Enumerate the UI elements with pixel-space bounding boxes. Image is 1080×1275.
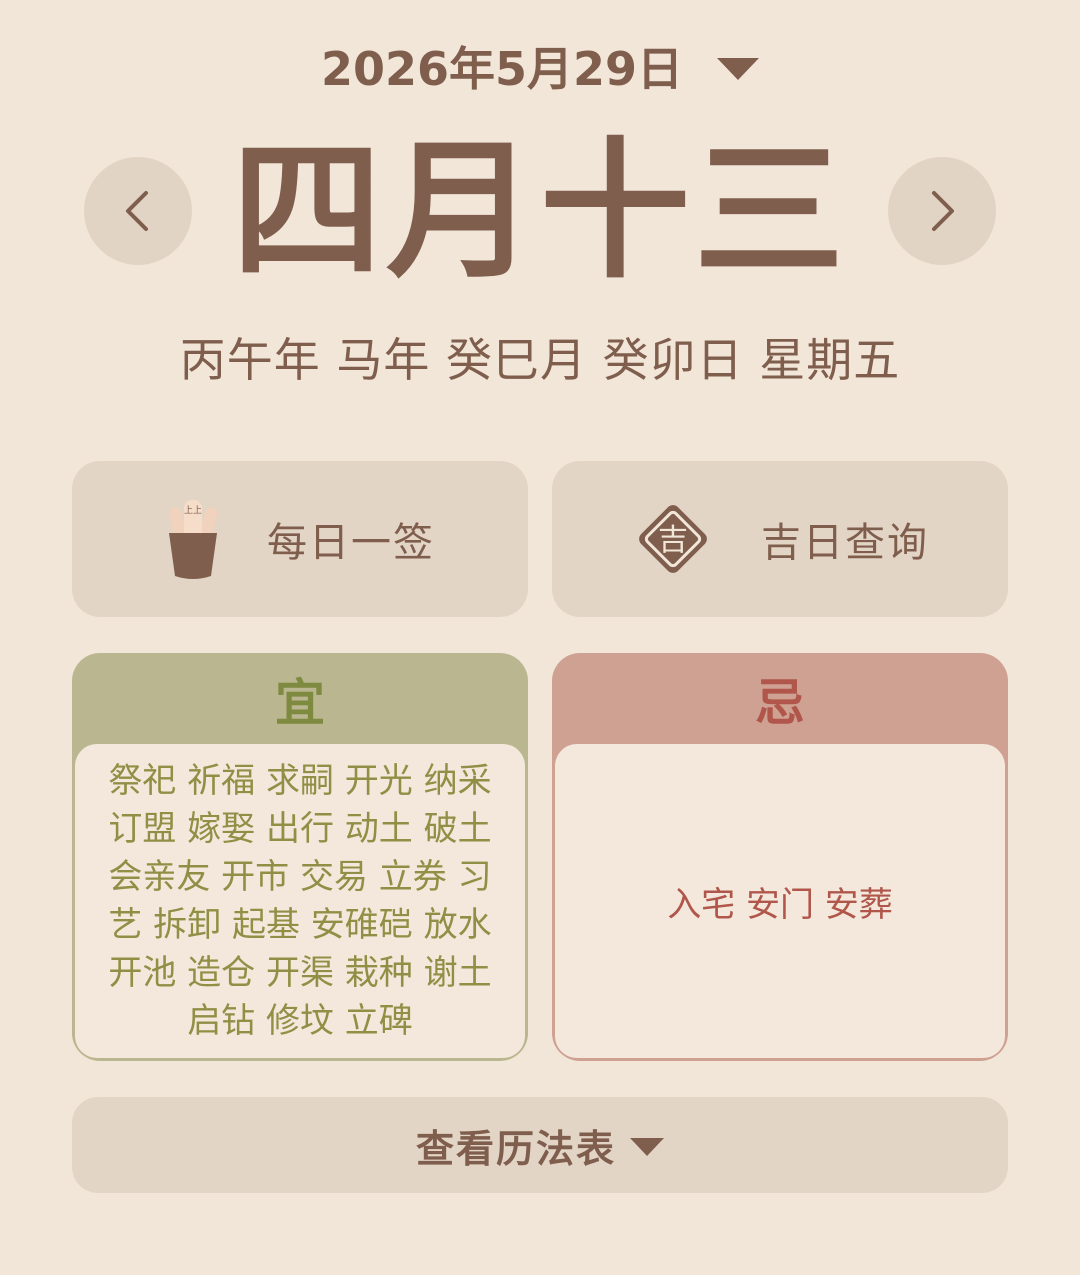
suitable-items: 祭祀 祈福 求嗣 开光 纳采 订盟 嫁娶 出行 动土 破土 会亲友 开市 交易 … bbox=[108, 761, 492, 1041]
avoid-body: 入宅 安门 安葬 bbox=[555, 744, 1005, 1058]
avoid-card: 忌 入宅 安门 安葬 bbox=[552, 653, 1008, 1061]
ganzhi-info: 丙午年 马年 癸巳月 癸卯日 星期五 bbox=[179, 333, 901, 387]
lucky-diamond-icon: 吉 bbox=[639, 505, 707, 573]
caret-down-icon[interactable] bbox=[717, 58, 760, 80]
view-calendar-button[interactable]: 查看历法表 bbox=[72, 1097, 1008, 1193]
lucky-day-label: 吉日查询 bbox=[761, 520, 929, 566]
current-date[interactable]: 2026年5月29日 bbox=[321, 33, 683, 99]
avoid-title: 忌 bbox=[755, 674, 805, 732]
previous-day-button[interactable] bbox=[84, 157, 192, 265]
daily-lot-label: 每日一签 bbox=[267, 520, 435, 566]
date-selector[interactable]: 2026年5月29日 bbox=[0, 30, 1080, 102]
suitable-body: 祭祀 祈福 求嗣 开光 纳采 订盟 嫁娶 出行 动土 破土 会亲友 开市 交易 … bbox=[75, 744, 525, 1058]
lot-cup-icon: 上上 bbox=[168, 500, 218, 579]
lot-icon-text: 上上 bbox=[184, 505, 202, 516]
caret-down-icon bbox=[630, 1138, 664, 1156]
chevron-right-icon bbox=[932, 191, 954, 231]
daily-lot-button[interactable]: 上上 每日一签 bbox=[72, 461, 528, 617]
suitable-card: 宜 祭祀 祈福 求嗣 开光 纳采 订盟 嫁娶 出行 动土 破土 会亲友 开市 交… bbox=[72, 653, 528, 1061]
next-day-button[interactable] bbox=[888, 157, 996, 265]
avoid-items: 入宅 安门 安葬 bbox=[667, 884, 893, 925]
lucky-day-query-button[interactable]: 吉 吉日查询 bbox=[552, 461, 1008, 617]
lucky-icon-text: 吉 bbox=[658, 523, 688, 558]
chevron-left-icon bbox=[126, 191, 148, 231]
lunar-date: 四月十三 bbox=[231, 125, 848, 299]
view-calendar-label: 查看历法表 bbox=[415, 1126, 616, 1171]
suitable-title: 宜 bbox=[275, 674, 325, 732]
